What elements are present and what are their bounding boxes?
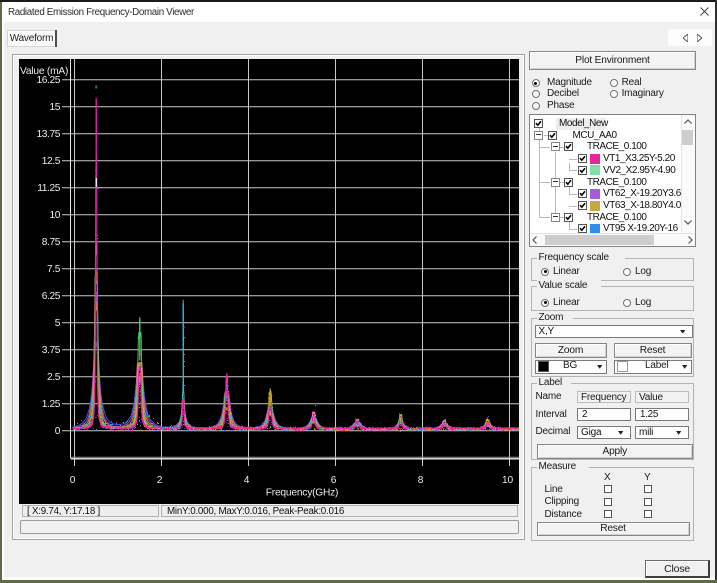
svg-text:10: 10: [49, 210, 60, 221]
svg-text:1.25: 1.25: [42, 399, 61, 410]
svg-text:6.25: 6.25: [42, 291, 61, 302]
svg-text:2.5: 2.5: [47, 372, 61, 383]
svg-text:13.75: 13.75: [37, 129, 61, 140]
svg-text:2: 2: [157, 475, 163, 486]
svg-text:6: 6: [331, 475, 337, 486]
svg-text:0: 0: [55, 426, 61, 437]
svg-text:10: 10: [502, 475, 513, 486]
svg-text:8: 8: [418, 475, 424, 486]
svg-text:7.5: 7.5: [47, 264, 61, 275]
svg-text:12.5: 12.5: [42, 156, 61, 167]
svg-text:5: 5: [55, 318, 61, 329]
svg-text:16.25: 16.25: [37, 75, 61, 86]
svg-text:Frequency(GHz): Frequency(GHz): [266, 488, 339, 499]
svg-text:0: 0: [70, 475, 76, 486]
svg-text:4: 4: [244, 475, 250, 486]
svg-text:15: 15: [49, 102, 60, 113]
svg-text:8.75: 8.75: [42, 237, 61, 248]
svg-text:11.25: 11.25: [37, 183, 60, 194]
svg-text:3.75: 3.75: [42, 345, 61, 356]
